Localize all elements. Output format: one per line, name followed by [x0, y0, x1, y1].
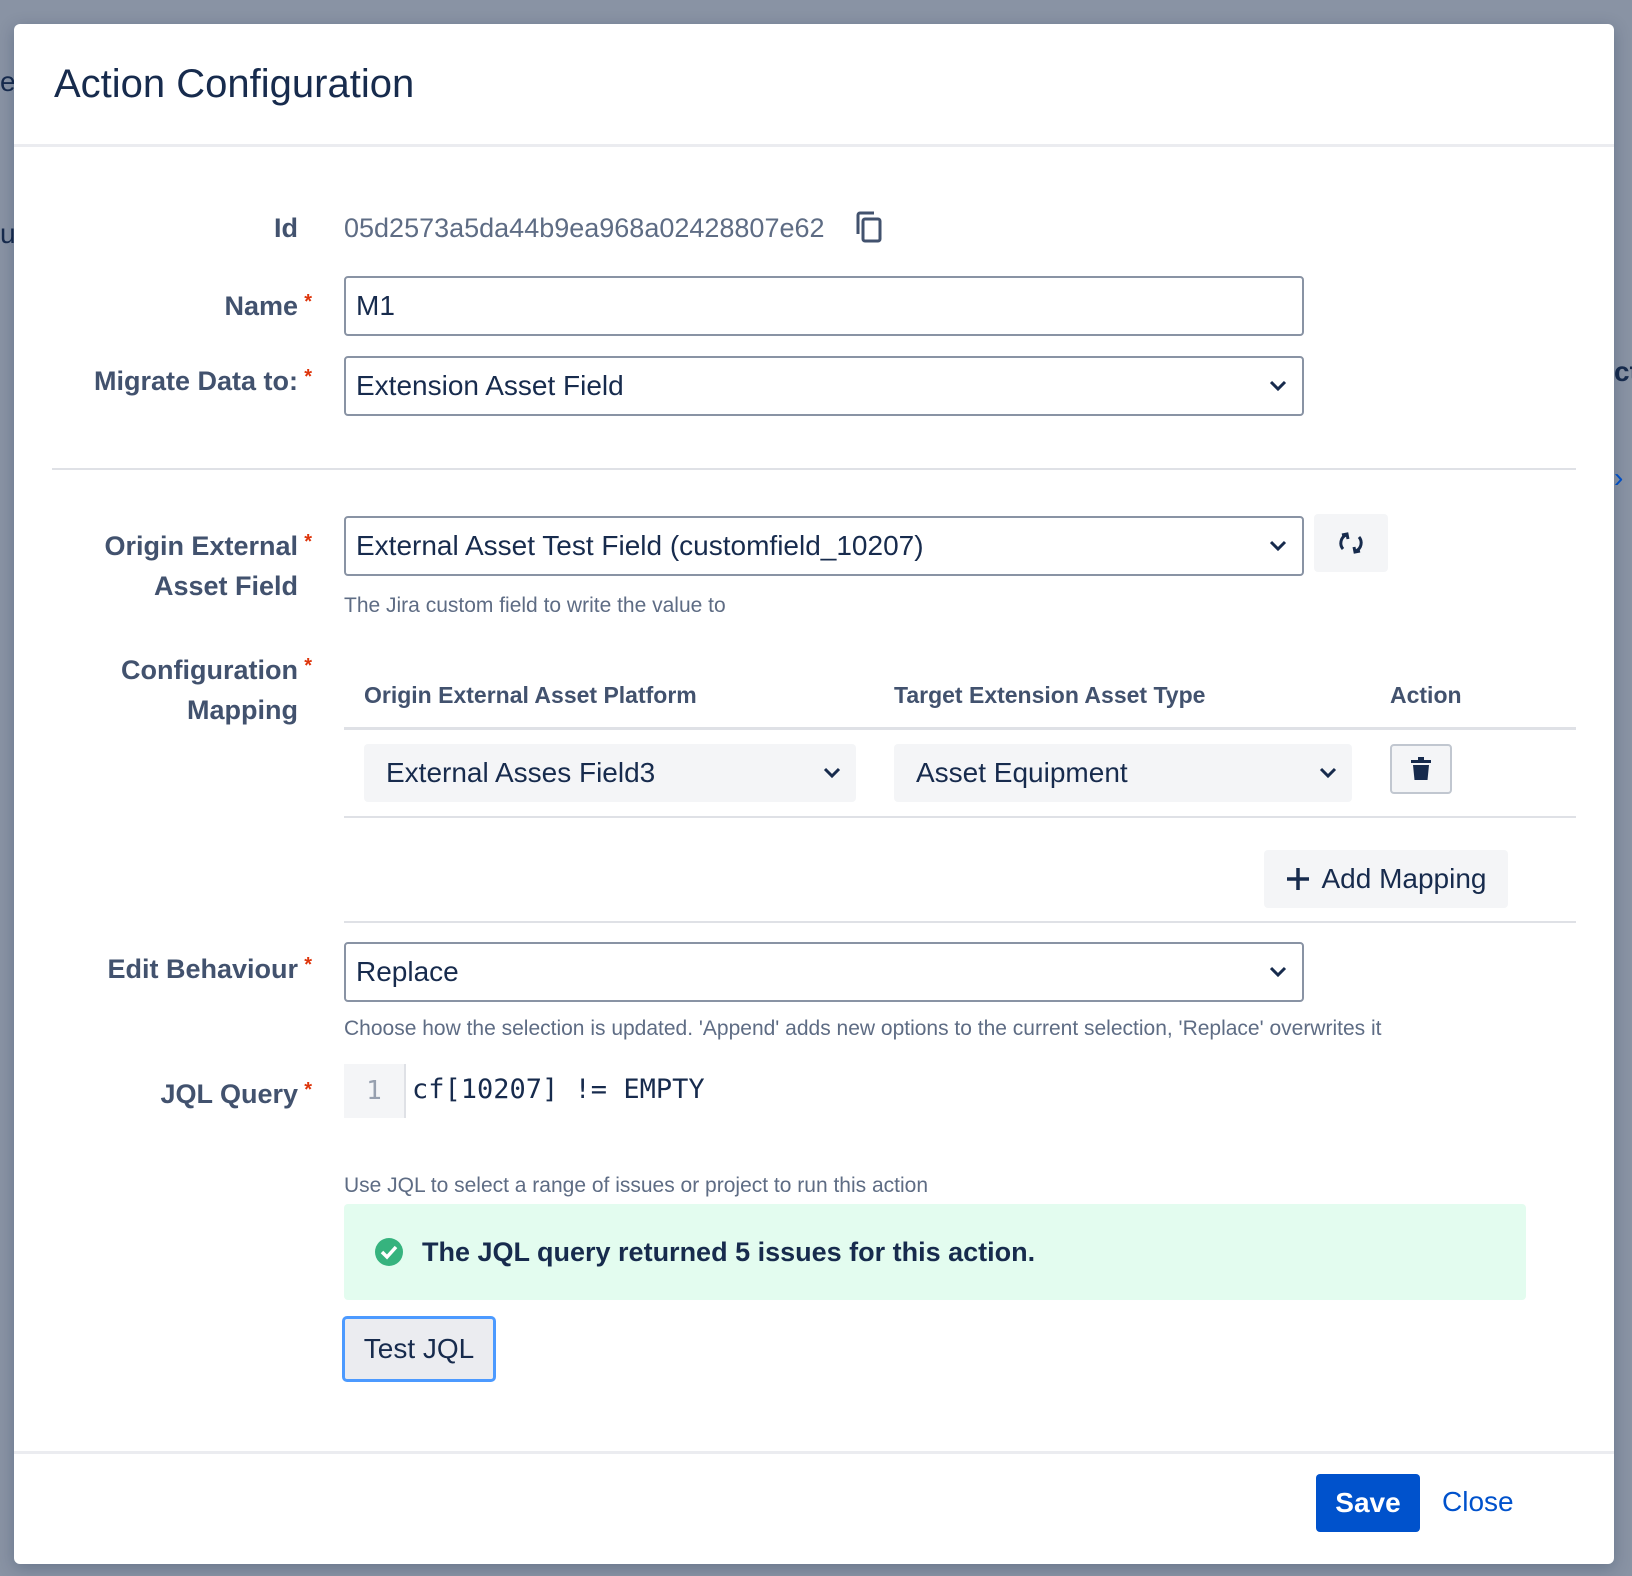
chevron-down-icon: [1269, 540, 1287, 552]
add-mapping-button[interactable]: Add Mapping: [1264, 850, 1508, 908]
background-fragment: ct: [1614, 356, 1632, 387]
required-marker: *: [304, 655, 312, 677]
edit-behaviour-help: Choose how the selection is updated. 'Ap…: [344, 1017, 1382, 1040]
jql-label: JQL Query *: [160, 1074, 312, 1114]
add-mapping-label: Add Mapping: [1321, 863, 1487, 894]
origin-platform-value: External Asses Field3: [386, 757, 656, 788]
column-header-target-type: Target Extension Asset Type: [894, 682, 1206, 708]
refresh-icon: [1339, 532, 1363, 554]
name-label: Name *: [224, 286, 312, 326]
name-input[interactable]: M1: [344, 276, 1304, 336]
migrate-to-select[interactable]: Extension Asset Field: [344, 356, 1304, 416]
target-type-value: Asset Equipment: [916, 757, 1128, 788]
plus-icon: [1287, 868, 1310, 890]
migrate-to-value: Extension Asset Field: [356, 370, 624, 401]
check-circle-icon: [375, 1238, 403, 1266]
required-marker: *: [304, 1079, 312, 1101]
required-marker: *: [304, 291, 312, 313]
modal-title: Action Configuration: [54, 62, 415, 106]
modal-header: Action Configuration: [14, 24, 1614, 147]
id-label: Id: [274, 213, 298, 243]
section-divider: [52, 468, 1576, 470]
required-marker: *: [304, 954, 312, 976]
table-header-divider: [344, 727, 1576, 730]
target-type-select[interactable]: Asset Equipment: [894, 744, 1352, 802]
edit-behaviour-label: Edit Behaviour *: [107, 949, 312, 989]
chevron-down-icon: [823, 767, 841, 779]
jql-result-text: The JQL query returned 5 issues for this…: [422, 1236, 1036, 1267]
id-value: 05d2573a5da44b9ea968a02428807e62: [344, 213, 825, 243]
required-marker: *: [304, 531, 312, 553]
origin-field-help: The Jira custom field to write the value…: [344, 594, 726, 617]
trash-icon: [1411, 757, 1431, 780]
column-header-action: Action: [1390, 682, 1462, 708]
jql-success-message: The JQL query returned 5 issues for this…: [344, 1204, 1526, 1300]
migrate-to-label: Migrate Data to: *: [94, 361, 312, 401]
origin-field-label: Origin External * Asset Field: [104, 526, 312, 606]
edit-behaviour-value: Replace: [356, 956, 459, 987]
background-fragment: ›: [1614, 462, 1624, 493]
edit-behaviour-select[interactable]: Replace: [344, 942, 1304, 1002]
jql-line-number: 1: [344, 1064, 406, 1118]
section-divider: [344, 921, 1576, 923]
chevron-down-icon: [1319, 767, 1337, 779]
table-row-divider: [344, 816, 1576, 818]
jql-help: Use JQL to select a range of issues or p…: [344, 1174, 929, 1197]
config-mapping-label: Configuration * Mapping: [121, 650, 312, 730]
chevron-down-icon: [1269, 380, 1287, 392]
origin-platform-select[interactable]: External Asses Field3: [364, 744, 856, 802]
test-jql-button[interactable]: Test JQL: [342, 1316, 496, 1382]
origin-field-select[interactable]: External Asset Test Field (customfield_1…: [344, 516, 1304, 576]
chevron-down-icon: [1269, 966, 1287, 978]
close-button[interactable]: Close: [1442, 1486, 1514, 1518]
name-input-value: M1: [356, 290, 395, 321]
action-configuration-modal: Action Configuration Id 05d2573a5da44b9e…: [14, 24, 1614, 1564]
origin-field-value: External Asset Test Field (customfield_1…: [356, 530, 924, 561]
copy-icon[interactable]: [852, 210, 886, 246]
delete-mapping-button[interactable]: [1390, 744, 1452, 794]
required-marker: *: [304, 366, 312, 388]
save-button[interactable]: Save: [1316, 1474, 1420, 1532]
refresh-button[interactable]: [1314, 514, 1388, 572]
column-header-origin-platform: Origin External Asset Platform: [364, 682, 697, 708]
modal-footer: Save Close: [14, 1451, 1614, 1564]
jql-editor[interactable]: cf[10207] != EMPTY: [412, 1074, 705, 1105]
